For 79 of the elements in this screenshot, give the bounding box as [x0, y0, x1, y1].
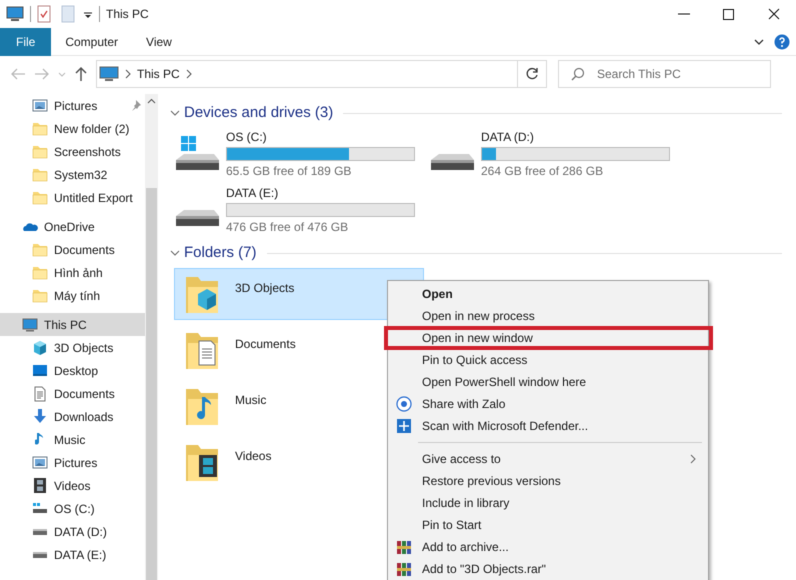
- ribbon-tab[interactable]: Computer: [51, 28, 132, 56]
- sidebar-item[interactable]: Pictures: [54, 96, 98, 114]
- sidebar-item[interactable]: Máy tính: [0, 284, 145, 307]
- section-title: Folders (7): [184, 242, 257, 263]
- minimize-icon: [678, 13, 690, 15]
- sidebar-item[interactable]: Pictures: [0, 451, 145, 474]
- picture-icon: [32, 99, 48, 112]
- help-icon[interactable]: [774, 34, 790, 50]
- menu-item[interactable]: Add to archive...: [388, 536, 708, 558]
- drive-space-text: 264 GB free of 286 GB: [481, 163, 604, 180]
- books-icon: [396, 561, 412, 577]
- menu-item[interactable]: Pin to Quick access: [388, 349, 708, 371]
- drive-name[interactable]: DATA (E:): [226, 184, 415, 202]
- books-icon: [396, 539, 412, 555]
- monitor-icon: [22, 318, 38, 332]
- cube-icon: [33, 340, 47, 356]
- drive-icon: [32, 552, 48, 558]
- sidebar-item[interactable]: Hình ảnh: [0, 261, 145, 284]
- menu-item[interactable]: Pin to Start: [388, 514, 708, 536]
- chevron-icon[interactable]: [170, 108, 180, 118]
- sidebar-item[interactable]: New folder (2): [54, 120, 130, 138]
- music-note-icon: [35, 432, 45, 447]
- menu-item[interactable]: Include in library: [388, 492, 708, 514]
- sidebar-item[interactable]: Downloads: [0, 405, 145, 428]
- menu-item[interactable]: Share with Zalo: [388, 393, 708, 415]
- picture-icon: [32, 456, 48, 469]
- menu-item[interactable]: Restore previous versions: [388, 470, 708, 492]
- sidebar-item[interactable]: System32: [54, 166, 108, 184]
- down-arrow-icon: [33, 409, 47, 424]
- desktop-icon: [32, 364, 48, 377]
- film-icon: [34, 478, 46, 493]
- sidebar-item[interactable]: OneDrive: [0, 215, 145, 238]
- checklist-icon[interactable]: [37, 5, 51, 23]
- address-bar[interactable]: This PC: [96, 60, 518, 88]
- menu-item[interactable]: Scan with Microsoft Defender...: [388, 415, 708, 437]
- scrollbar[interactable]: [145, 94, 158, 580]
- menu-item[interactable]: Open in new window: [385, 327, 712, 349]
- chevron-right-icon: [186, 69, 192, 79]
- chevron-icon[interactable]: [170, 248, 180, 258]
- cloud-icon: [22, 222, 38, 232]
- drive-name[interactable]: OS (C:): [226, 128, 415, 146]
- chevron-down-icon[interactable]: [754, 38, 764, 44]
- breadcrumb-item[interactable]: This PC: [137, 65, 180, 83]
- sidebar-item[interactable]: Documents: [0, 238, 145, 261]
- sidebar-item[interactable]: DATA (D:): [0, 520, 145, 543]
- sidebar-item[interactable]: OS (C:): [0, 497, 145, 520]
- sidebar-item[interactable]: DATA (E:): [0, 543, 145, 566]
- sidebar-item[interactable]: Screenshots: [54, 142, 121, 160]
- sidebar-item[interactable]: 3D Objects: [0, 336, 145, 359]
- sidebar-item[interactable]: Desktop: [0, 359, 145, 382]
- close-icon: [768, 8, 780, 20]
- refresh-button[interactable]: [517, 60, 547, 88]
- document-icon: [34, 386, 46, 402]
- sidebar-item[interactable]: This PC: [0, 313, 145, 336]
- drive-icon: [32, 528, 48, 534]
- search-icon: [571, 67, 585, 81]
- maximize-icon: [723, 8, 734, 20]
- monitor-icon[interactable]: [6, 6, 24, 22]
- menu-item[interactable]: Open PowerShell window here: [388, 371, 708, 393]
- search-field[interactable]: Search This PC: [558, 60, 771, 88]
- window-title: This PC: [106, 6, 149, 23]
- drive-space-text: 476 GB free of 476 GB: [226, 219, 350, 236]
- refresh-icon: [525, 67, 539, 81]
- sidebar-item[interactable]: Videos: [0, 474, 145, 497]
- menu-item[interactable]: Give access to: [388, 448, 708, 470]
- sidebar-item[interactable]: Documents: [0, 382, 145, 405]
- drive-name[interactable]: DATA (D:): [481, 128, 670, 146]
- sidebar-item[interactable]: Untitled Export: [54, 188, 133, 206]
- sidebar-item[interactable]: Music: [0, 428, 145, 451]
- file-tab[interactable]: File: [0, 28, 52, 56]
- chevron-right-icon: [125, 69, 131, 79]
- shield-icon: [396, 418, 412, 434]
- drive-icon: [32, 503, 48, 514]
- section-title: Devices and drives (3): [184, 102, 334, 123]
- up-arrow-icon[interactable]: [74, 66, 88, 82]
- menu-item[interactable]: Add to "3D Objects.rar": [388, 558, 708, 580]
- drive-space-text: 65.5 GB free of 189 GB: [226, 163, 352, 180]
- monitor-icon: [99, 66, 119, 82]
- ribbon-tab[interactable]: View: [132, 28, 186, 56]
